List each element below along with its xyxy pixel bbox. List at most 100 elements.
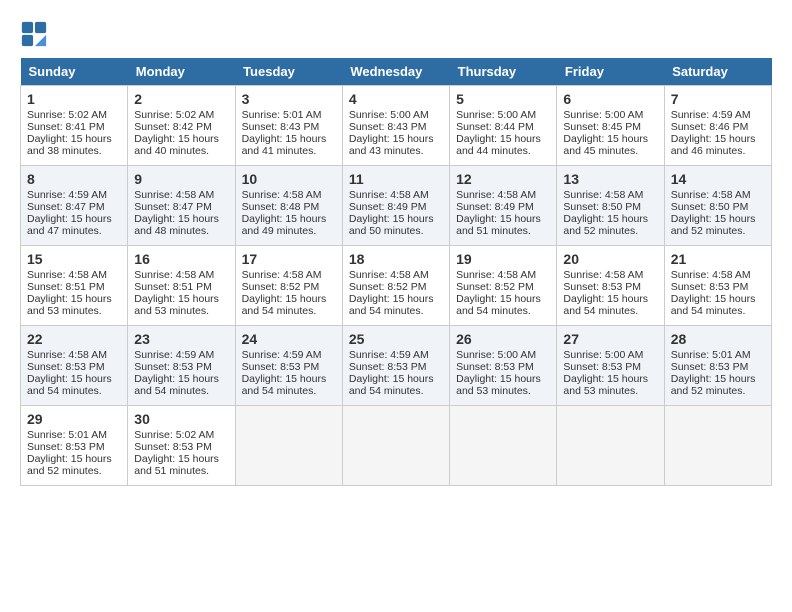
day-info-line: Sunset: 8:53 PM xyxy=(27,441,121,453)
day-number: 19 xyxy=(456,251,550,267)
day-info-line: Sunset: 8:52 PM xyxy=(349,281,443,293)
day-number: 11 xyxy=(349,171,443,187)
col-header-monday: Monday xyxy=(128,58,235,86)
day-info-line: Daylight: 15 hours xyxy=(671,213,765,225)
calendar-cell: 22Sunrise: 4:58 AMSunset: 8:53 PMDayligh… xyxy=(21,326,128,406)
day-info-line: Sunset: 8:52 PM xyxy=(456,281,550,293)
day-info-line: Sunrise: 4:59 AM xyxy=(671,109,765,121)
day-info-line: Sunrise: 4:58 AM xyxy=(671,269,765,281)
day-number: 4 xyxy=(349,91,443,107)
day-info-line: Sunrise: 4:58 AM xyxy=(242,189,336,201)
calendar-cell: 16Sunrise: 4:58 AMSunset: 8:51 PMDayligh… xyxy=(128,246,235,326)
calendar-cell: 10Sunrise: 4:58 AMSunset: 8:48 PMDayligh… xyxy=(235,166,342,246)
day-info-line: Daylight: 15 hours xyxy=(27,373,121,385)
day-info-line: Sunrise: 4:58 AM xyxy=(349,189,443,201)
day-info-line: Sunrise: 5:01 AM xyxy=(27,429,121,441)
day-info-line: Daylight: 15 hours xyxy=(563,133,657,145)
day-info-line: and 50 minutes. xyxy=(349,225,443,237)
day-info-line: Daylight: 15 hours xyxy=(27,213,121,225)
calendar-cell: 2Sunrise: 5:02 AMSunset: 8:42 PMDaylight… xyxy=(128,86,235,166)
day-info-line: Daylight: 15 hours xyxy=(242,373,336,385)
header-row: SundayMondayTuesdayWednesdayThursdayFrid… xyxy=(21,58,772,86)
day-info-line: Daylight: 15 hours xyxy=(134,373,228,385)
day-number: 5 xyxy=(456,91,550,107)
day-info-line: Daylight: 15 hours xyxy=(134,453,228,465)
day-info-line: Sunset: 8:49 PM xyxy=(349,201,443,213)
day-info-line: Sunset: 8:53 PM xyxy=(563,361,657,373)
day-info-line: and 47 minutes. xyxy=(27,225,121,237)
day-number: 17 xyxy=(242,251,336,267)
calendar-cell: 15Sunrise: 4:58 AMSunset: 8:51 PMDayligh… xyxy=(21,246,128,326)
day-number: 16 xyxy=(134,251,228,267)
day-info-line: Sunset: 8:42 PM xyxy=(134,121,228,133)
day-info-line: and 54 minutes. xyxy=(563,305,657,317)
calendar-cell: 28Sunrise: 5:01 AMSunset: 8:53 PMDayligh… xyxy=(664,326,771,406)
calendar-cell: 21Sunrise: 4:58 AMSunset: 8:53 PMDayligh… xyxy=(664,246,771,326)
day-info-line: Daylight: 15 hours xyxy=(27,293,121,305)
day-info-line: and 51 minutes. xyxy=(134,465,228,477)
day-number: 29 xyxy=(27,411,121,427)
logo-icon xyxy=(20,20,48,48)
day-number: 1 xyxy=(27,91,121,107)
day-info-line: and 53 minutes. xyxy=(563,385,657,397)
col-header-sunday: Sunday xyxy=(21,58,128,86)
calendar-cell: 27Sunrise: 5:00 AMSunset: 8:53 PMDayligh… xyxy=(557,326,664,406)
calendar-cell: 24Sunrise: 4:59 AMSunset: 8:53 PMDayligh… xyxy=(235,326,342,406)
day-info-line: Sunrise: 4:59 AM xyxy=(349,349,443,361)
calendar-table: SundayMondayTuesdayWednesdayThursdayFrid… xyxy=(20,58,772,486)
day-number: 13 xyxy=(563,171,657,187)
day-number: 7 xyxy=(671,91,765,107)
calendar-cell: 20Sunrise: 4:58 AMSunset: 8:53 PMDayligh… xyxy=(557,246,664,326)
day-info-line: and 54 minutes. xyxy=(671,305,765,317)
day-number: 30 xyxy=(134,411,228,427)
day-info-line: Sunset: 8:47 PM xyxy=(134,201,228,213)
day-info-line: Sunset: 8:53 PM xyxy=(671,281,765,293)
day-info-line: Sunset: 8:53 PM xyxy=(671,361,765,373)
day-number: 12 xyxy=(456,171,550,187)
calendar-cell: 26Sunrise: 5:00 AMSunset: 8:53 PMDayligh… xyxy=(450,326,557,406)
day-info-line: Sunrise: 5:01 AM xyxy=(242,109,336,121)
day-info-line: Daylight: 15 hours xyxy=(134,133,228,145)
day-info-line: Sunrise: 4:58 AM xyxy=(27,349,121,361)
day-info-line: and 51 minutes. xyxy=(456,225,550,237)
week-row-2: 8Sunrise: 4:59 AMSunset: 8:47 PMDaylight… xyxy=(21,166,772,246)
calendar-cell: 14Sunrise: 4:58 AMSunset: 8:50 PMDayligh… xyxy=(664,166,771,246)
day-info-line: and 54 minutes. xyxy=(134,385,228,397)
day-info-line: Daylight: 15 hours xyxy=(563,293,657,305)
calendar-cell: 17Sunrise: 4:58 AMSunset: 8:52 PMDayligh… xyxy=(235,246,342,326)
day-info-line: and 45 minutes. xyxy=(563,145,657,157)
day-info-line: and 44 minutes. xyxy=(456,145,550,157)
day-info-line: Daylight: 15 hours xyxy=(349,373,443,385)
day-info-line: Sunrise: 4:59 AM xyxy=(134,349,228,361)
day-info-line: Sunset: 8:43 PM xyxy=(349,121,443,133)
page-header xyxy=(20,20,772,48)
day-info-line: Sunrise: 4:58 AM xyxy=(456,189,550,201)
day-info-line: Daylight: 15 hours xyxy=(456,133,550,145)
calendar-cell: 1Sunrise: 5:02 AMSunset: 8:41 PMDaylight… xyxy=(21,86,128,166)
day-info-line: and 54 minutes. xyxy=(349,385,443,397)
day-info-line: Sunrise: 4:58 AM xyxy=(563,269,657,281)
day-info-line: Daylight: 15 hours xyxy=(456,373,550,385)
day-info-line: Sunset: 8:53 PM xyxy=(456,361,550,373)
calendar-cell xyxy=(557,406,664,486)
day-info-line: Sunrise: 4:58 AM xyxy=(563,189,657,201)
day-info-line: Sunrise: 5:00 AM xyxy=(456,109,550,121)
calendar-cell: 6Sunrise: 5:00 AMSunset: 8:45 PMDaylight… xyxy=(557,86,664,166)
day-info-line: and 48 minutes. xyxy=(134,225,228,237)
day-number: 23 xyxy=(134,331,228,347)
day-info-line: and 40 minutes. xyxy=(134,145,228,157)
day-info-line: Sunrise: 5:01 AM xyxy=(671,349,765,361)
day-info-line: Sunset: 8:44 PM xyxy=(456,121,550,133)
calendar-cell: 19Sunrise: 4:58 AMSunset: 8:52 PMDayligh… xyxy=(450,246,557,326)
day-info-line: Sunset: 8:53 PM xyxy=(242,361,336,373)
calendar-cell xyxy=(235,406,342,486)
day-info-line: and 52 minutes. xyxy=(671,225,765,237)
day-info-line: Sunrise: 5:00 AM xyxy=(456,349,550,361)
day-number: 20 xyxy=(563,251,657,267)
calendar-cell xyxy=(342,406,449,486)
day-info-line: Daylight: 15 hours xyxy=(242,213,336,225)
col-header-saturday: Saturday xyxy=(664,58,771,86)
day-number: 9 xyxy=(134,171,228,187)
week-row-5: 29 Sunrise: 5:01 AMSunset: 8:53 PM Dayligh… xyxy=(21,406,772,486)
day-number: 27 xyxy=(563,331,657,347)
